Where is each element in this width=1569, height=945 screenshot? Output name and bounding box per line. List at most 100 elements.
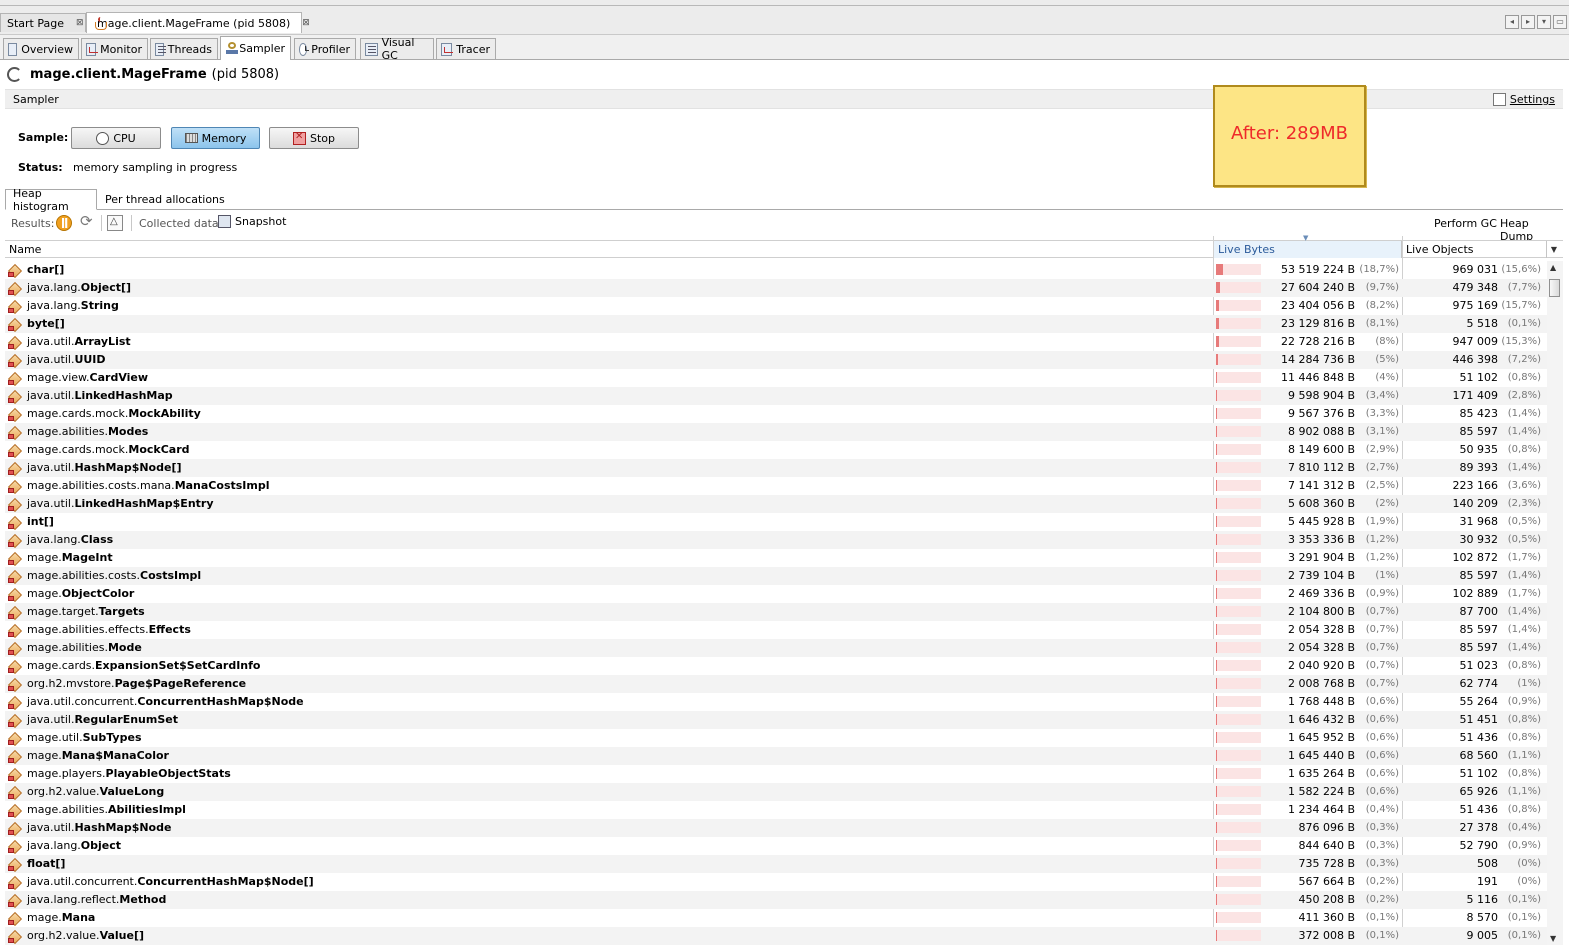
close-icon[interactable]: ⊠ — [76, 18, 84, 28]
scroll-down-icon[interactable]: ▼ — [1550, 934, 1556, 943]
class-simple-name: PlayableObjectStats — [105, 767, 231, 780]
table-row[interactable]: mage.Mana 411 360 B (0,1%) 8 570 (0,1%) — [5, 909, 1547, 927]
table-row[interactable]: mage.abilities.AbilitiesImpl 1 234 464 B (… — [5, 801, 1547, 819]
table-row[interactable]: mage.view.CardView 11 446 848 B (4%) 51 102… — [5, 369, 1547, 387]
tab-heap-histogram[interactable]: Heap histogram — [5, 187, 97, 213]
divider — [131, 215, 132, 231]
live-bytes-percent: (1,2%) — [1365, 552, 1399, 563]
table-row[interactable]: mage.abilities.Mode 2 054 328 B (0,7%) 85 5… — [5, 639, 1547, 657]
live-bytes: 5 445 928 B — [1287, 515, 1355, 528]
table-row[interactable]: mage.ObjectColor 2 469 336 B (0,9%) 102 889… — [5, 585, 1547, 603]
table-row[interactable]: mage.cards.mock.MockAbility 9 567 376 B (3… — [5, 405, 1547, 423]
live-bytes-bar-fill — [1216, 282, 1220, 293]
table-row[interactable]: java.util.LinkedHashMap 9 598 904 B (3,4%)… — [5, 387, 1547, 405]
column-header-live-bytes[interactable]: Live Bytes — [1213, 241, 1402, 258]
table-row[interactable]: java.util.ArrayList 22 728 216 B (8%) 947 0… — [5, 333, 1547, 351]
scroll-up-icon[interactable]: ▲ — [1550, 263, 1556, 272]
tab-per-thread-allocations[interactable]: Per thread allocations — [98, 189, 232, 210]
tab-start-page[interactable]: Start Page ⊠ — [0, 13, 86, 32]
table-row[interactable]: java.lang.reflect.Method 450 208 B (0,2%) 5… — [5, 891, 1547, 909]
table-row[interactable]: java.lang.Object[] 27 604 240 B (9,7%) 479 … — [5, 279, 1547, 297]
table-row[interactable]: org.h2.mvstore.Page$PageReference 2 008 7… — [5, 675, 1547, 693]
stop-button[interactable]: Stop — [269, 127, 359, 149]
scroll-right-icon[interactable]: ▸ — [1521, 15, 1535, 29]
tab-tracer[interactable]: Tracer — [436, 38, 496, 59]
live-bytes-bar-fill — [1216, 750, 1217, 761]
live-bytes-bar-fill — [1216, 642, 1217, 653]
snapshot-button[interactable]: Snapshot — [218, 215, 286, 228]
delta-icon[interactable] — [107, 215, 123, 231]
tab-threads[interactable]: Threads — [150, 38, 218, 59]
tab-label: mage.client.MageFrame (pid 5808) — [97, 16, 291, 30]
class-name: mage.cards.ExpansionSet$SetCardInfo — [27, 659, 260, 672]
table-row[interactable]: java.util.RegularEnumSet 1 646 432 B (0,6%… — [5, 711, 1547, 729]
table-row[interactable]: mage.abilities.effects.Effects 2 054 328 … — [5, 621, 1547, 639]
tab-overview[interactable]: Overview — [3, 38, 79, 59]
tab-profiler[interactable]: Profiler — [294, 38, 356, 59]
table-row[interactable]: java.util.HashMap$Node[] 7 810 112 B (2,7%… — [5, 459, 1547, 477]
column-menu-icon[interactable]: ▼ — [1547, 241, 1561, 258]
class-icon — [8, 839, 23, 853]
live-bytes: 1 768 448 B — [1287, 695, 1355, 708]
tab-visual-gc[interactable]: Visual GC — [360, 36, 434, 62]
table-row[interactable]: java.lang.Object 844 640 B (0,3%) 52 790 (0,… — [5, 837, 1547, 855]
column-header-live-objects[interactable]: Live Objects — [1402, 241, 1547, 258]
memory-button[interactable]: Memory — [171, 127, 260, 149]
perform-gc-button[interactable]: Perform GC — [1434, 217, 1497, 230]
table-row[interactable]: mage.abilities.Modes 8 902 088 B (3,1%) 85 … — [5, 423, 1547, 441]
table-row[interactable]: mage.Mana$ManaColor 1 645 440 B (0,6%) 68 5… — [5, 747, 1547, 765]
live-bytes-percent: (0,1%) — [1365, 930, 1399, 941]
table-row[interactable]: mage.cards.ExpansionSet$SetCardInfo 2 040… — [5, 657, 1547, 675]
live-bytes-bar — [1216, 894, 1261, 905]
tab-list-icon[interactable]: ▾ — [1537, 15, 1551, 29]
table-row[interactable]: java.lang.String 23 404 056 B (8,2%) 975 16… — [5, 297, 1547, 315]
table-row[interactable]: mage.util.SubTypes 1 645 952 B (0,6%) 51 43… — [5, 729, 1547, 747]
table-row[interactable]: java.util.UUID 14 284 736 B (5%) 446 398 (7,… — [5, 351, 1547, 369]
table-row[interactable]: byte[] 23 129 816 B (8,1%) 5 518 (0,1%) — [5, 315, 1547, 333]
table-row[interactable]: java.util.concurrent.ConcurrentHashMap$N… — [5, 873, 1547, 891]
cpu-button[interactable]: CPU — [71, 127, 161, 149]
class-name: java.lang.String — [27, 299, 119, 312]
table-row[interactable]: mage.abilities.costs.CostsImpl 2 739 104 … — [5, 567, 1547, 585]
tab-sampler[interactable]: Sampler — [220, 36, 291, 60]
live-objects-percent: (0,1%) — [1507, 318, 1541, 329]
table-row[interactable]: java.util.HashMap$Node 876 096 B (0,3%) 27 … — [5, 819, 1547, 837]
package-name: java.util. — [27, 353, 75, 366]
live-bytes-percent: (0,6%) — [1365, 696, 1399, 707]
scrollbar-thumb[interactable] — [1549, 279, 1560, 297]
tab-monitor[interactable]: Monitor — [81, 38, 148, 59]
live-bytes-bar-fill — [1216, 336, 1219, 347]
class-icon — [8, 767, 23, 781]
pause-icon[interactable] — [56, 215, 72, 231]
settings-toggle[interactable]: Settings — [1492, 93, 1555, 106]
close-icon[interactable]: ⊠ — [302, 18, 310, 28]
table-row[interactable]: java.lang.Class 3 353 336 B (1,2%) 30 932 (0… — [5, 531, 1547, 549]
table-row[interactable]: mage.MageInt 3 291 904 B (1,2%) 102 872 (1,7… — [5, 549, 1547, 567]
live-bytes: 14 284 736 B — [1280, 353, 1355, 366]
table-row[interactable]: float[] 735 728 B (0,3%) 508 (0%) — [5, 855, 1547, 873]
live-bytes-percent: (18,7%) — [1359, 264, 1399, 275]
class-name: java.util.LinkedHashMap$Entry — [27, 497, 214, 510]
refresh-icon[interactable] — [79, 212, 95, 231]
settings-checkbox[interactable] — [1492, 93, 1506, 106]
table-row[interactable]: java.util.concurrent.ConcurrentHashMap$N… — [5, 693, 1547, 711]
table-row[interactable]: mage.abilities.costs.mana.ManaCostsImpl 7… — [5, 477, 1547, 495]
table-row[interactable]: char[] 53 519 224 B (18,7%) 969 031 (15,6%) — [5, 261, 1547, 279]
scroll-left-icon[interactable]: ◂ — [1505, 15, 1519, 29]
table-row[interactable]: java.util.LinkedHashMap$Entry 5 608 360 B… — [5, 495, 1547, 513]
table-row[interactable]: mage.target.Targets 2 104 800 B (0,7%) 87 7… — [5, 603, 1547, 621]
package-name: mage.view. — [27, 371, 90, 384]
live-bytes-percent: (8,1%) — [1365, 318, 1399, 329]
tab-mage-client[interactable]: mage.client.MageFrame (pid 5808) ⊠ — [86, 12, 310, 33]
table-row[interactable]: mage.players.PlayableObjectStats 1 635 26… — [5, 765, 1547, 783]
column-header-name[interactable]: Name — [5, 241, 1213, 258]
table-row[interactable]: org.h2.value.ValueLong 1 582 224 B (0,6%) 6… — [5, 783, 1547, 801]
live-bytes: 9 598 904 B — [1287, 389, 1355, 402]
vertical-scrollbar[interactable]: ▲ ▼ — [1547, 261, 1563, 945]
table-row[interactable]: int[] 5 445 928 B (1,9%) 31 968 (0,5%) — [5, 513, 1547, 531]
table-row[interactable]: mage.cards.mock.MockCard 8 149 600 B (2,9%… — [5, 441, 1547, 459]
cpu-icon — [96, 131, 110, 145]
table-row[interactable]: org.h2.value.Value[] 372 008 B (0,1%) 9 005… — [5, 927, 1547, 945]
maximize-icon[interactable]: ▭ — [1553, 15, 1567, 29]
live-bytes-bar-fill — [1216, 912, 1217, 923]
